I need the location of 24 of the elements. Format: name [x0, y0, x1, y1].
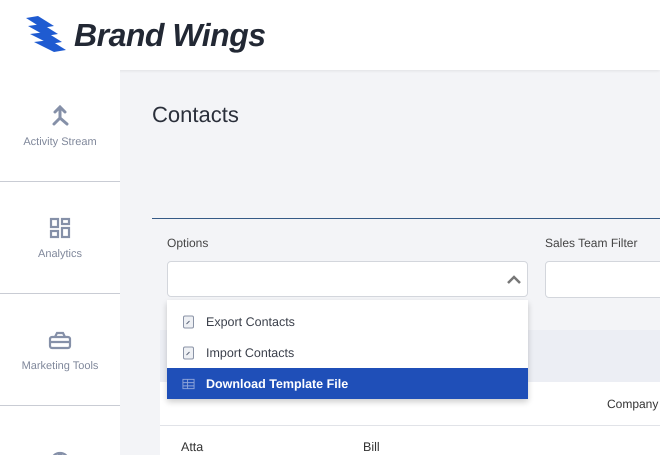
page-title: Contacts	[152, 102, 240, 129]
dashboard-icon	[48, 216, 72, 240]
sidebar-item[interactable]: Marketing Tools	[0, 294, 120, 406]
column-header: Company	[607, 396, 658, 410]
table-cell-text: Atta	[181, 440, 204, 454]
menu-item[interactable]: Import Contacts	[167, 337, 528, 368]
caret-icon	[507, 274, 521, 284]
menu-item[interactable]: Download Template File	[167, 368, 528, 399]
sales-team-filter-field[interactable]	[545, 261, 660, 298]
sidebar-label: Marketing Tools	[22, 360, 98, 372]
file-icon	[182, 346, 195, 360]
sidebar-item[interactable]: Analytics	[0, 182, 120, 294]
table-cell-text: Bill	[363, 440, 381, 454]
sidebar-label: Analytics	[38, 248, 82, 260]
sidebar-item[interactable]: Activity Stream	[0, 70, 120, 182]
spreadsheet-icon	[182, 376, 195, 390]
options-dropdown[interactable]	[167, 261, 528, 297]
file-icon	[182, 314, 195, 328]
sidebar-label: Activity Stream	[23, 136, 97, 148]
brand-name: Brand Wings	[74, 16, 266, 54]
field-label: Options	[167, 236, 210, 250]
wings-logo-icon	[24, 16, 68, 54]
field-label: Sales Team Filter	[545, 236, 638, 250]
menu-item[interactable]: Export Contacts	[167, 306, 528, 337]
